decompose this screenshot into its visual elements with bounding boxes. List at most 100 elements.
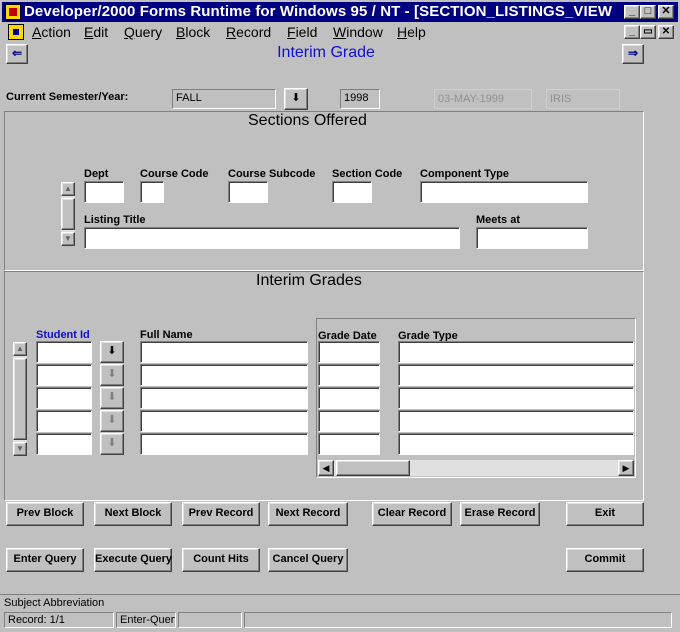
student-lov-button[interactable]: ⬇ — [100, 410, 124, 432]
next-block-button[interactable]: Next Block — [94, 502, 172, 526]
sections-vertical-scrollbar[interactable]: ▲ ▼ — [60, 181, 76, 247]
next-record-button[interactable]: Next Record — [268, 502, 348, 526]
student-lov-button[interactable]: ⬇ — [100, 433, 124, 455]
interim-grades-title: Interim Grades — [246, 272, 372, 290]
scroll-up-icon[interactable]: ▲ — [13, 342, 27, 356]
erase-record-button[interactable]: Erase Record — [460, 502, 540, 526]
course-subcode-field[interactable] — [228, 181, 268, 203]
component-type-field[interactable] — [420, 181, 588, 203]
menu-window[interactable]: Window — [333, 24, 383, 40]
student-id-field[interactable] — [36, 433, 92, 455]
listing-title-label: Listing Title — [84, 214, 146, 226]
hscroll-thumb[interactable] — [336, 460, 410, 476]
mdi-restore-button[interactable]: ▭ — [640, 25, 656, 39]
section-code-label: Section Code — [332, 168, 403, 180]
menu-bar: Action Edit Query Block Record Field Win… — [2, 22, 678, 42]
scroll-up-icon[interactable]: ▲ — [61, 182, 75, 196]
commit-button[interactable]: Commit — [566, 548, 644, 572]
grade-date-field[interactable] — [318, 433, 380, 455]
menu-record[interactable]: Record — [226, 24, 271, 40]
mdi-minimize-button[interactable]: _ — [624, 25, 640, 39]
document-icon[interactable] — [8, 24, 24, 40]
minimize-button[interactable]: _ — [624, 5, 640, 19]
app-icon[interactable] — [5, 4, 21, 20]
full-name-label: Full Name — [140, 329, 193, 341]
student-id-field[interactable] — [36, 410, 92, 432]
form-title: Interim Grade — [277, 44, 375, 61]
grade-type-field[interactable] — [398, 341, 634, 363]
student-id-label: Student Id — [36, 329, 90, 341]
close-button[interactable]: ✕ — [658, 5, 674, 19]
grade-type-field[interactable] — [398, 387, 634, 409]
student-lov-button[interactable]: ⬇ — [100, 364, 124, 386]
prev-block-button[interactable]: Prev Block — [6, 502, 84, 526]
scroll-down-icon[interactable]: ▼ — [13, 442, 27, 456]
full-name-field[interactable] — [140, 364, 308, 386]
status-cell-blank — [178, 612, 242, 628]
section-code-field[interactable] — [332, 181, 372, 203]
course-code-label: Course Code — [140, 168, 209, 180]
student-lov-button[interactable]: ⬇ — [100, 387, 124, 409]
count-hits-button[interactable]: Count Hits — [182, 548, 260, 572]
mdi-close-button[interactable]: ✕ — [658, 25, 674, 39]
course-subcode-label: Course Subcode — [228, 168, 316, 180]
menu-help[interactable]: Help — [397, 24, 426, 40]
grade-date-field[interactable] — [318, 387, 380, 409]
grade-type-field[interactable] — [398, 364, 634, 386]
meets-at-label: Meets at — [476, 214, 521, 226]
student-lov-button[interactable]: ⬇ — [100, 341, 124, 363]
exit-button[interactable]: Exit — [566, 502, 644, 526]
student-id-field[interactable] — [36, 387, 92, 409]
sections-offered-title: Sections Offered — [238, 112, 377, 130]
semester-lov-button[interactable]: ⬇ — [284, 88, 308, 110]
scroll-left-icon[interactable]: ◀ — [318, 460, 334, 476]
dept-label: Dept — [84, 168, 109, 180]
grade-date-field[interactable] — [318, 410, 380, 432]
grade-date-field[interactable] — [318, 364, 380, 386]
scroll-right-icon[interactable]: ▶ — [618, 460, 634, 476]
next-form-arrow-icon[interactable]: ⇒ — [622, 44, 644, 64]
dept-field[interactable] — [84, 181, 124, 203]
semester-year-label: Current Semester/Year: — [6, 91, 129, 103]
current-date-field: 03-MAY-1999 — [434, 89, 532, 109]
scroll-down-icon[interactable]: ▼ — [61, 232, 75, 246]
title-bar[interactable]: Developer/2000 Forms Runtime for Windows… — [2, 2, 678, 22]
student-id-field[interactable] — [36, 364, 92, 386]
prev-record-button[interactable]: Prev Record — [182, 502, 260, 526]
enter-query-button[interactable]: Enter Query — [6, 548, 84, 572]
full-name-field[interactable] — [140, 433, 308, 455]
full-name-field[interactable] — [140, 341, 308, 363]
grade-type-field[interactable] — [398, 410, 634, 432]
scroll-thumb[interactable] — [13, 358, 27, 440]
menu-field[interactable]: Field — [287, 24, 317, 40]
status-message: Subject Abbreviation — [4, 597, 105, 609]
current-user-field: IRIS — [546, 89, 620, 109]
menu-edit[interactable]: Edit — [84, 24, 108, 40]
menu-query[interactable]: Query — [124, 24, 162, 40]
full-name-field[interactable] — [140, 410, 308, 432]
maximize-button[interactable]: □ — [640, 5, 656, 19]
full-name-field[interactable] — [140, 387, 308, 409]
meets-at-field[interactable] — [476, 227, 588, 249]
student-id-field[interactable] — [36, 341, 92, 363]
mode-indicator: Enter-Query — [116, 612, 176, 628]
grade-type-field[interactable] — [398, 433, 634, 455]
scroll-thumb[interactable] — [61, 198, 75, 230]
year-field[interactable]: 1998 — [340, 89, 380, 109]
clear-record-button[interactable]: Clear Record — [372, 502, 452, 526]
grade-date-field[interactable] — [318, 341, 380, 363]
menu-action[interactable]: Action — [32, 24, 71, 40]
status-cell-wide — [244, 612, 672, 628]
menu-block[interactable]: Block — [176, 24, 210, 40]
grades-vertical-scrollbar[interactable]: ▲ ▼ — [12, 341, 28, 457]
cancel-query-button[interactable]: Cancel Query — [268, 548, 348, 572]
semester-field[interactable]: FALL — [172, 89, 276, 109]
status-divider — [0, 594, 680, 595]
listing-title-field[interactable] — [84, 227, 460, 249]
course-code-field[interactable] — [140, 181, 164, 203]
execute-query-button[interactable]: Execute Query — [94, 548, 172, 572]
grades-horizontal-scrollbar[interactable]: ◀ ▶ — [318, 460, 634, 476]
record-indicator: Record: 1/1 — [4, 612, 114, 628]
component-type-label: Component Type — [420, 168, 510, 180]
window-title: Developer/2000 Forms Runtime for Windows… — [24, 3, 613, 20]
